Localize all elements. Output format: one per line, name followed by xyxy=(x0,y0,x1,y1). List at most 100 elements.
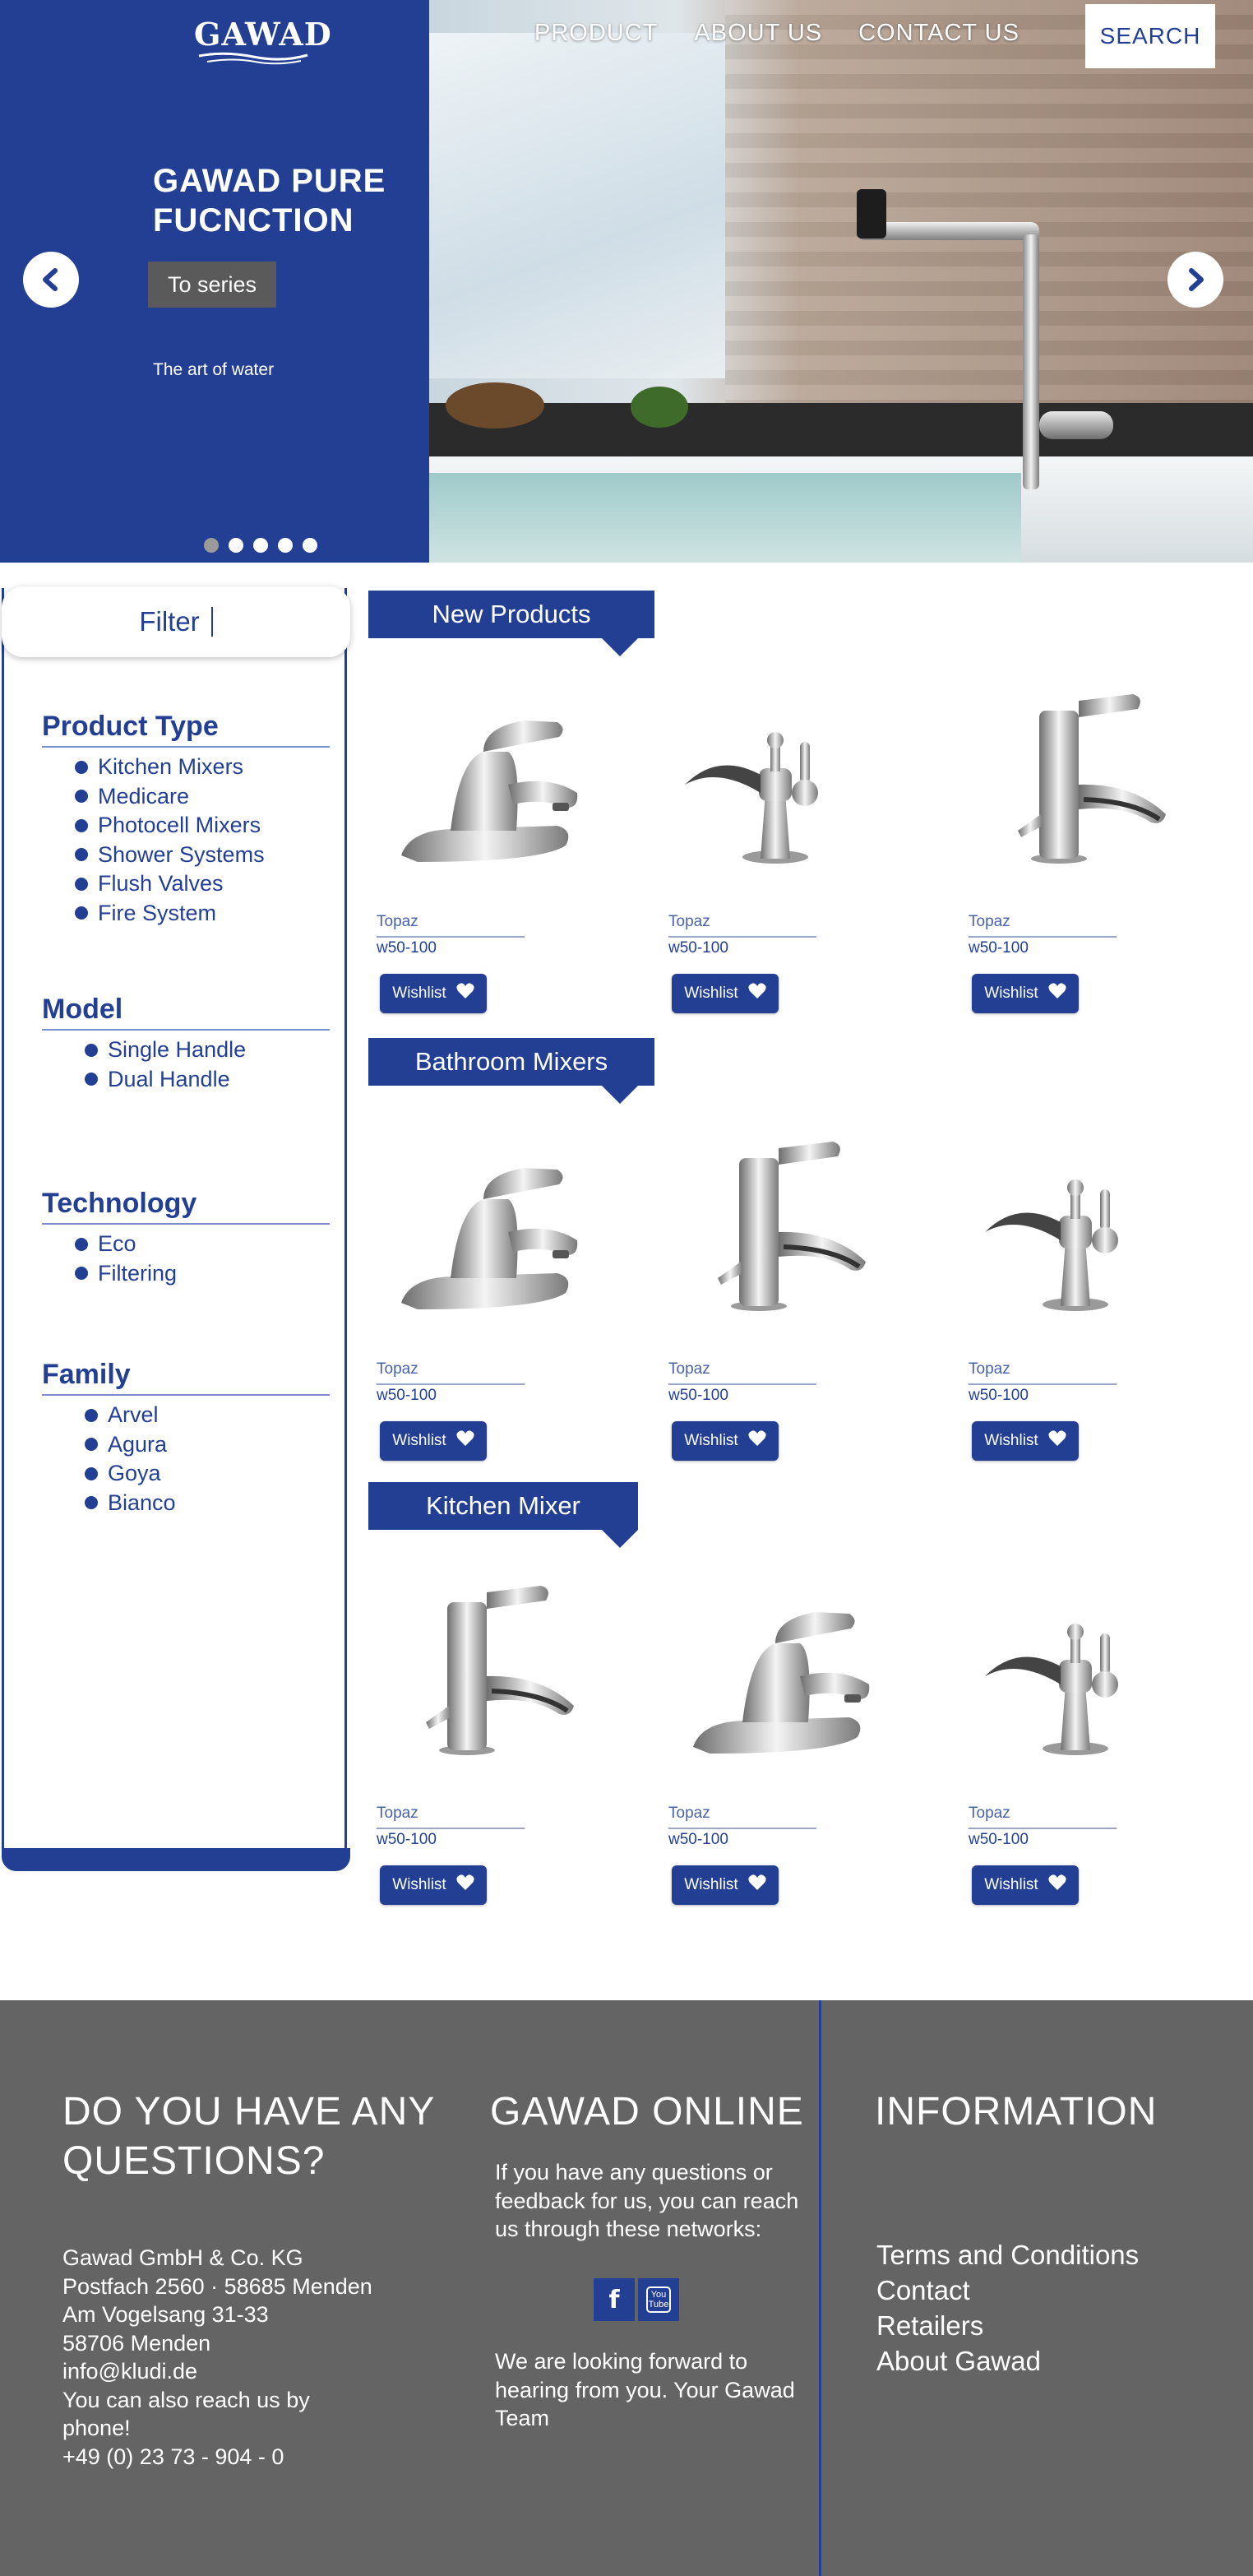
wishlist-button[interactable]: Wishlist xyxy=(672,1865,779,1905)
product-name[interactable]: Topaz xyxy=(969,1805,1010,1823)
filter-option[interactable]: Bianco xyxy=(42,1489,330,1518)
product-name[interactable]: Topaz xyxy=(969,1360,1010,1378)
product-card[interactable] xyxy=(969,669,1182,867)
product-image[interactable] xyxy=(668,669,882,867)
product-image[interactable] xyxy=(969,1561,1182,1758)
social-links: f You Tube xyxy=(594,2278,679,2321)
filter-panel: Filter Product Type Kitchen Mixers Medicar… xyxy=(2,586,350,1871)
product-image[interactable] xyxy=(668,1117,882,1314)
wishlist-label: Wishlist xyxy=(684,1876,738,1893)
wishlist-button[interactable]: Wishlist xyxy=(972,974,1079,1013)
product-image[interactable] xyxy=(969,669,1182,867)
search-button[interactable]: SEARCH xyxy=(1085,4,1215,68)
product-card[interactable] xyxy=(969,1561,1182,1758)
wishlist-label: Wishlist xyxy=(984,985,1038,1002)
prev-slide-button[interactable] xyxy=(23,252,79,308)
product-card[interactable] xyxy=(969,1117,1182,1314)
product-divider xyxy=(668,1383,816,1385)
product-name[interactable]: Topaz xyxy=(668,1360,710,1378)
filter-option[interactable]: Agura xyxy=(42,1430,330,1460)
product-image[interactable] xyxy=(377,1561,590,1758)
product-divider xyxy=(969,1828,1117,1829)
filter-option[interactable]: Arvel xyxy=(42,1401,330,1430)
product-name[interactable]: Topaz xyxy=(377,913,418,931)
filter-option-label: Filtering xyxy=(98,1260,178,1286)
product-card[interactable] xyxy=(668,1561,882,1758)
product-divider xyxy=(377,1828,525,1829)
wishlist-button[interactable]: Wishlist xyxy=(380,1865,487,1905)
filter-option[interactable]: Dual Handle xyxy=(42,1065,330,1095)
wishlist-button[interactable]: Wishlist xyxy=(972,1421,1079,1461)
product-card[interactable] xyxy=(377,1117,590,1314)
chevron-left-icon xyxy=(43,268,58,291)
filter-header[interactable]: Filter xyxy=(2,586,350,657)
wishlist-label: Wishlist xyxy=(984,1432,1038,1449)
bowl-decoration xyxy=(446,382,544,429)
wishlist-button[interactable]: Wishlist xyxy=(672,1421,779,1461)
faucet-icon xyxy=(401,720,578,862)
filter-option[interactable]: Goya xyxy=(42,1459,330,1489)
wishlist-button[interactable]: Wishlist xyxy=(380,1421,487,1461)
filter-options: Eco Filtering xyxy=(42,1230,330,1288)
information-heading: INFORMATION xyxy=(875,2090,1158,2134)
filter-option[interactable]: Fire System xyxy=(42,899,330,929)
wishlist-button[interactable]: Wishlist xyxy=(380,974,487,1013)
info-link[interactable]: Terms and Conditions xyxy=(876,2237,1222,2273)
heart-icon xyxy=(456,983,474,1004)
slide-indicators xyxy=(204,538,317,553)
product-card[interactable] xyxy=(668,1117,882,1314)
product-name[interactable]: Topaz xyxy=(668,1805,710,1823)
product-image[interactable] xyxy=(668,1561,882,1758)
filter-option[interactable]: Eco xyxy=(42,1230,330,1259)
slide-dot[interactable] xyxy=(278,538,293,553)
product-card[interactable] xyxy=(377,669,590,867)
product-name[interactable]: Topaz xyxy=(668,913,710,931)
product-image[interactable] xyxy=(969,1117,1182,1314)
faucet-icon xyxy=(693,1612,870,1754)
sink-basin xyxy=(429,473,1021,563)
faucet-icon xyxy=(401,1168,578,1309)
product-card[interactable] xyxy=(668,669,882,867)
section-tab: Kitchen Mixer xyxy=(368,1482,638,1548)
questions-heading: DO YOU HAVE ANY QUESTIONS? xyxy=(62,2090,435,2183)
next-slide-button[interactable] xyxy=(1167,252,1223,308)
nav-about-us[interactable]: ABOUT US xyxy=(694,20,822,47)
filter-option-label: Single Handle xyxy=(108,1037,247,1062)
product-name[interactable]: Topaz xyxy=(377,1805,418,1823)
filter-option[interactable]: Shower Systems xyxy=(42,841,330,870)
facebook-link[interactable]: f xyxy=(594,2278,635,2321)
youtube-link[interactable]: You Tube xyxy=(638,2278,679,2321)
nav-contact-us[interactable]: CONTACT US xyxy=(858,20,1020,47)
product-image[interactable] xyxy=(377,669,590,867)
filter-option[interactable]: Single Handle xyxy=(42,1035,330,1065)
wishlist-button[interactable]: Wishlist xyxy=(972,1865,1079,1905)
logo[interactable]: GAWAD xyxy=(194,18,331,67)
filter-group: Technology Eco Filtering xyxy=(42,1187,330,1288)
faucet-icon xyxy=(685,732,818,864)
heart-icon xyxy=(748,1874,766,1896)
slide-dot[interactable] xyxy=(253,538,268,553)
info-link[interactable]: About Gawad xyxy=(876,2343,1222,2379)
product-card[interactable] xyxy=(377,1561,590,1758)
filter-option-label: Medicare xyxy=(98,783,190,808)
info-link[interactable]: Retailers xyxy=(876,2308,1222,2343)
info-link[interactable]: Contact xyxy=(876,2273,1222,2308)
wishlist-button[interactable]: Wishlist xyxy=(672,974,779,1013)
product-name[interactable]: Topaz xyxy=(377,1360,418,1378)
product-name[interactable]: Topaz xyxy=(969,913,1010,931)
filter-option[interactable]: Photocell Mixers xyxy=(42,811,330,841)
filter-option-label: Dual Handle xyxy=(108,1066,230,1091)
bullet-icon xyxy=(75,848,88,862)
to-series-button[interactable]: To series xyxy=(148,262,276,308)
filter-option[interactable]: Medicare xyxy=(42,782,330,812)
filter-option[interactable]: Filtering xyxy=(42,1259,330,1289)
filter-option[interactable]: Kitchen Mixers xyxy=(42,753,330,782)
slide-dot[interactable] xyxy=(229,538,243,553)
address-line[interactable]: info@kludi.de xyxy=(62,2357,424,2386)
filter-option[interactable]: Flush Valves xyxy=(42,869,330,899)
product-image[interactable] xyxy=(377,1117,590,1314)
slide-dot[interactable] xyxy=(204,538,219,553)
faucet-icon xyxy=(718,1142,866,1311)
nav-product[interactable]: PRODUCT xyxy=(534,20,658,47)
slide-dot[interactable] xyxy=(303,538,317,553)
